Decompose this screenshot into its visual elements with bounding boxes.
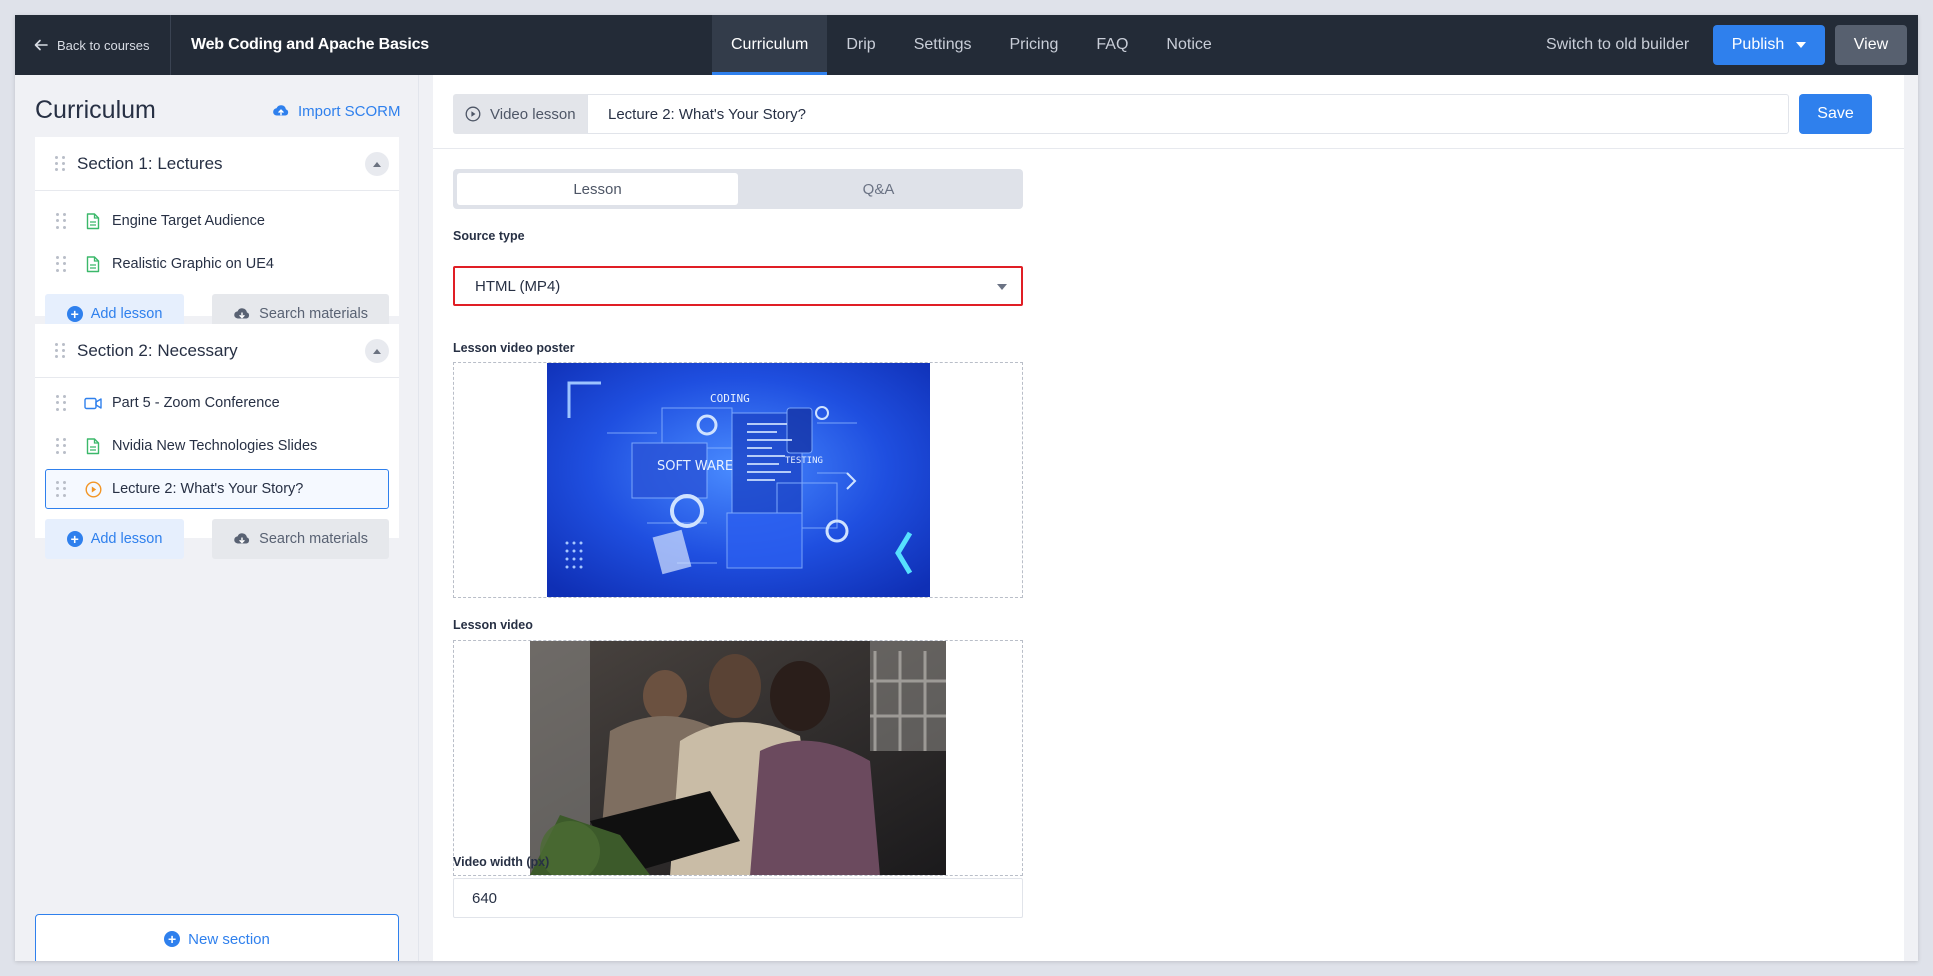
video-dropzone[interactable]	[453, 640, 1023, 876]
drag-handle-icon[interactable]	[55, 155, 65, 172]
tab-curriculum[interactable]: Curriculum	[712, 15, 828, 75]
video-width-input[interactable]: 640	[453, 878, 1023, 918]
plus-circle-icon: +	[66, 531, 83, 547]
source-type-select[interactable]: HTML (MP4)	[453, 266, 1023, 306]
tab-notice[interactable]: Notice	[1147, 15, 1230, 75]
lesson-label: Lecture 2: What's Your Story?	[112, 481, 304, 497]
add-lesson-button[interactable]: + Add lesson	[45, 519, 185, 559]
poster-image: CODING SOFT WARE TESTING	[547, 363, 930, 597]
text-document-icon	[84, 255, 102, 273]
drag-handle-icon[interactable]	[56, 438, 66, 454]
lesson-item[interactable]: Engine Target Audience	[45, 201, 389, 241]
app-window: Back to courses Web Coding and Apache Ba…	[15, 15, 1918, 961]
video-thumbnail	[530, 641, 946, 875]
publish-label: Publish	[1731, 36, 1785, 53]
lesson-item[interactable]: Realistic Graphic on UE4	[45, 244, 389, 284]
back-label: Back to courses	[57, 37, 150, 53]
drag-handle-icon[interactable]	[56, 395, 66, 411]
lesson-label: Engine Target Audience	[112, 213, 265, 229]
section-card: Section 2: Necessary Part 5 - Zoom Confe…	[35, 324, 399, 559]
view-button[interactable]: View	[1835, 25, 1907, 65]
section-header[interactable]: Section 1: Lectures	[35, 137, 399, 191]
caret-down-icon	[1796, 42, 1807, 48]
drag-handle-icon[interactable]	[56, 256, 66, 272]
publish-button[interactable]: Publish	[1713, 25, 1825, 65]
section-header[interactable]: Section 2: Necessary	[35, 324, 399, 378]
lesson-type-label: Video lesson	[490, 105, 576, 123]
import-scorm-button[interactable]: Import SCORM	[272, 102, 401, 120]
source-type-value: HTML (MP4)	[475, 277, 561, 295]
search-materials-label: Search materials	[259, 306, 368, 322]
search-materials-label: Search materials	[259, 531, 368, 547]
plus-circle-icon: +	[164, 931, 181, 947]
course-title: Web Coding and Apache Basics	[191, 36, 430, 53]
text-document-icon	[84, 437, 102, 455]
lesson-type-badge: Video lesson	[453, 94, 587, 134]
poster-text-coding: CODING	[710, 392, 750, 405]
lesson-item[interactable]: Nvidia New Technologies Slides	[45, 426, 389, 466]
arrow-left-icon	[34, 39, 48, 51]
topbar-divider	[170, 15, 171, 75]
import-scorm-label: Import SCORM	[298, 102, 401, 120]
drag-handle-icon[interactable]	[56, 213, 66, 229]
search-materials-button[interactable]: Search materials	[212, 519, 389, 559]
lesson-label: Part 5 - Zoom Conference	[112, 395, 280, 411]
top-bar: Back to courses Web Coding and Apache Ba…	[15, 15, 1918, 75]
lesson-item[interactable]: Part 5 - Zoom Conference	[45, 383, 389, 423]
collapse-section-button[interactable]	[365, 152, 389, 176]
tab-settings[interactable]: Settings	[895, 15, 991, 75]
drag-handle-icon[interactable]	[56, 481, 66, 497]
collapse-section-button[interactable]	[365, 339, 389, 363]
text-document-icon	[84, 212, 102, 230]
new-section-label: New section	[188, 930, 270, 948]
tab-drip[interactable]: Drip	[827, 15, 894, 75]
play-circle-icon	[465, 106, 481, 122]
source-type-label: Source type	[453, 229, 525, 243]
curriculum-sidebar: Curriculum Import SCORM Section 1: Lectu…	[15, 75, 419, 961]
section-title[interactable]: Section 2: Necessary	[77, 341, 238, 361]
chevron-up-icon	[373, 161, 381, 167]
back-to-courses-link[interactable]: Back to courses	[33, 15, 150, 75]
cloud-download-icon	[234, 533, 250, 544]
video-label: Lesson video	[453, 618, 533, 632]
video-camera-icon	[84, 394, 102, 412]
save-button[interactable]: Save	[1799, 94, 1872, 134]
play-circle-icon	[84, 480, 102, 498]
tab-pricing[interactable]: Pricing	[991, 15, 1078, 75]
tab-qa[interactable]: Q&A	[738, 173, 1019, 205]
poster-label: Lesson video poster	[453, 341, 575, 355]
cloud-download-icon	[234, 308, 250, 319]
cloud-upload-icon	[273, 105, 289, 116]
lesson-title-input[interactable]: Lecture 2: What's Your Story?	[587, 94, 1789, 134]
lesson-label: Nvidia New Technologies Slides	[112, 438, 318, 454]
caret-down-icon	[997, 284, 1007, 290]
add-lesson-label: Add lesson	[90, 306, 163, 322]
new-section-button[interactable]: + New section	[35, 914, 399, 961]
chevron-up-icon	[373, 348, 381, 354]
drag-handle-icon[interactable]	[55, 342, 65, 359]
video-width-label: Video width (px)	[453, 855, 550, 869]
lesson-qa-toggle: Lesson Q&A	[453, 169, 1023, 209]
poster-text-testing: TESTING	[785, 456, 823, 466]
plus-circle-icon: +	[66, 306, 83, 322]
sidebar-title: Curriculum	[35, 96, 156, 124]
lesson-item-selected[interactable]: Lecture 2: What's Your Story?	[45, 469, 389, 509]
switch-to-old-builder-link[interactable]: Switch to old builder	[1546, 15, 1689, 75]
tab-faq[interactable]: FAQ	[1077, 15, 1147, 75]
builder-tabs: Curriculum Drip Settings Pricing FAQ Not…	[712, 15, 1231, 75]
section-title[interactable]: Section 1: Lectures	[77, 154, 223, 174]
lesson-form: Lesson Q&A Source type HTML (MP4) Lesson…	[433, 149, 1904, 961]
tab-lesson[interactable]: Lesson	[457, 173, 738, 205]
add-lesson-label: Add lesson	[90, 531, 163, 547]
lesson-header: Video lesson Lecture 2: What's Your Stor…	[433, 75, 1904, 149]
section-actions: + Add lesson Search materials	[45, 519, 389, 559]
poster-text-software: SOFT WARE	[657, 459, 733, 474]
section-card: Section 1: Lectures Engine Target Audien…	[35, 137, 399, 334]
lesson-editor: Video lesson Lecture 2: What's Your Stor…	[433, 75, 1904, 961]
poster-dropzone[interactable]: CODING SOFT WARE TESTING	[453, 362, 1023, 598]
lesson-label: Realistic Graphic on UE4	[112, 256, 274, 272]
